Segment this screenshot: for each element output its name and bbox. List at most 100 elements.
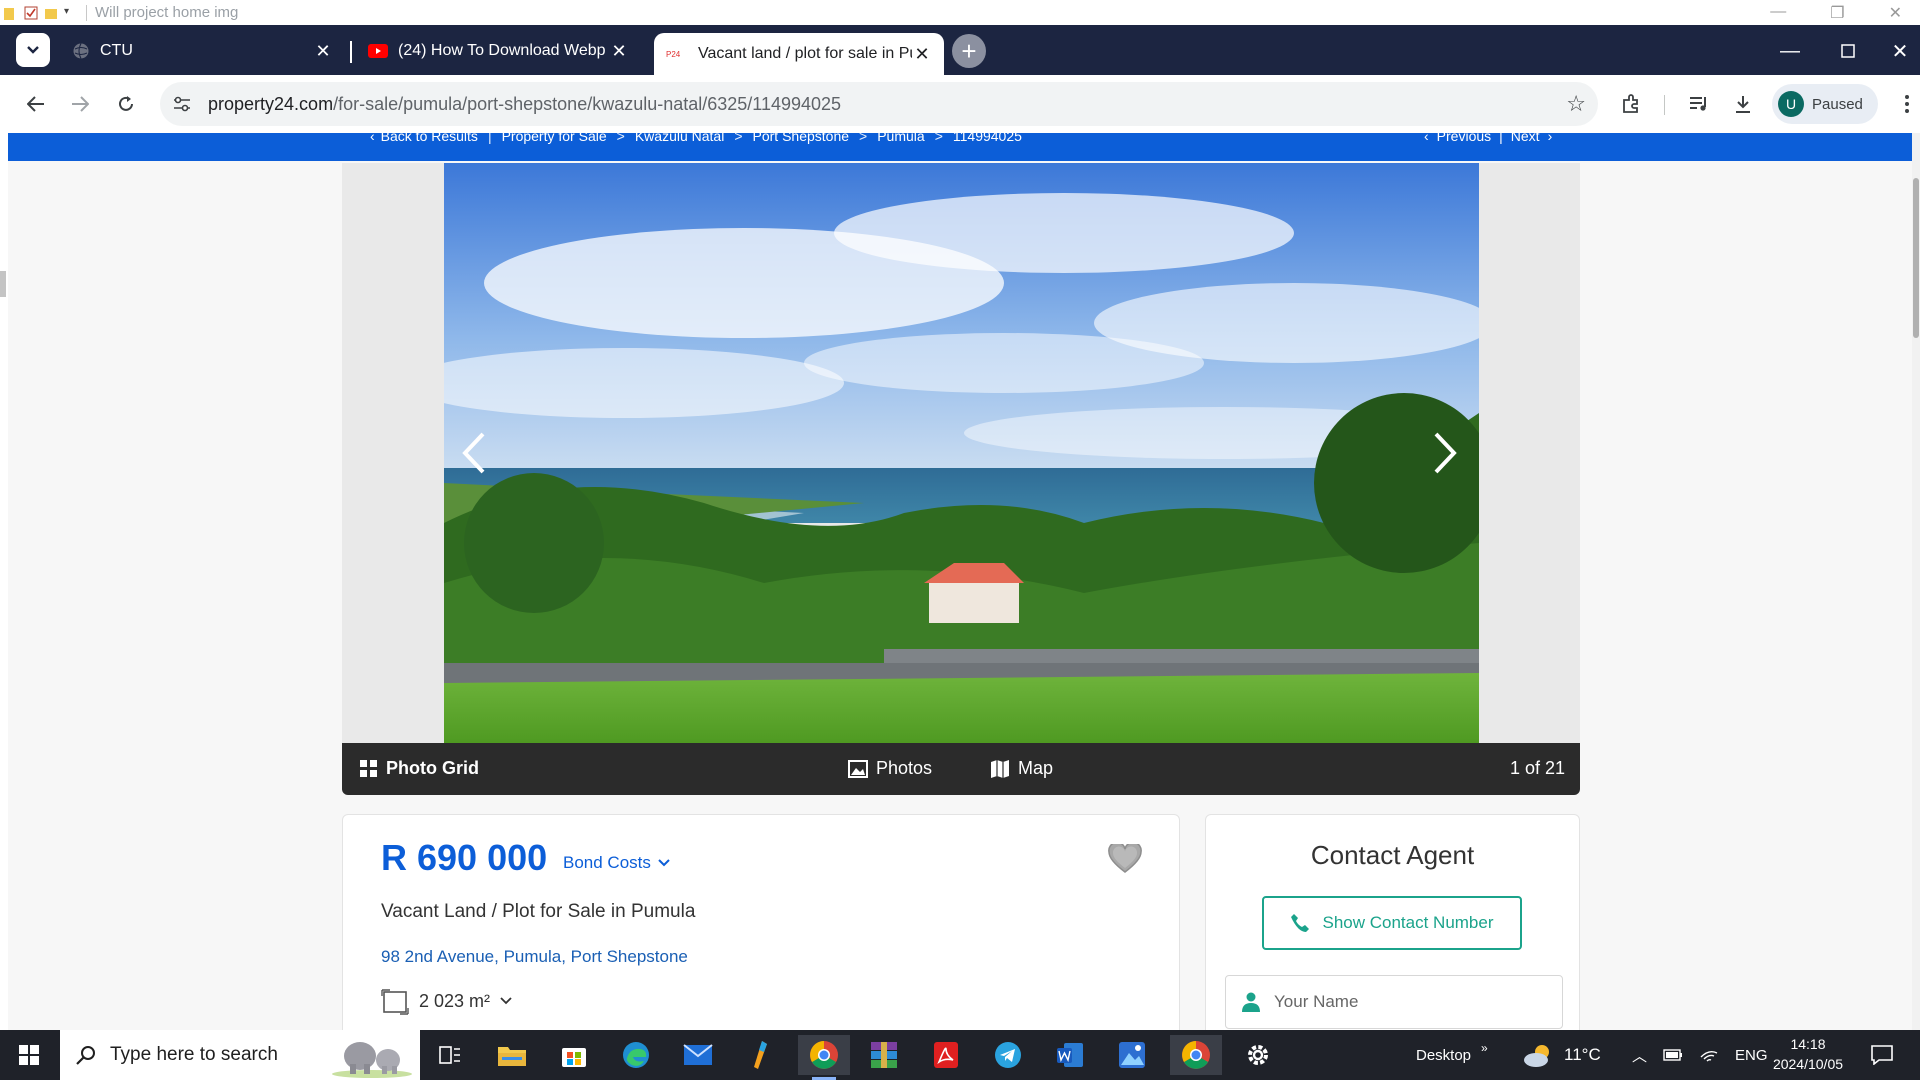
breadcrumb-pumula[interactable]: Pumula bbox=[877, 133, 924, 144]
erf-size-toggle[interactable]: 2 023 m² bbox=[381, 987, 512, 1015]
profile-button[interactable]: U Paused bbox=[1772, 84, 1878, 124]
properties-check-icon[interactable] bbox=[24, 6, 38, 20]
previous-photo-button[interactable] bbox=[454, 423, 494, 483]
next-listing-link[interactable]: Next bbox=[1511, 133, 1540, 144]
start-button[interactable] bbox=[0, 1030, 58, 1080]
chevron-right-icon: » bbox=[1481, 1041, 1488, 1055]
chevron-left-icon bbox=[462, 432, 485, 474]
your-name-field[interactable] bbox=[1225, 975, 1563, 1029]
previous-listing-link[interactable]: Previous bbox=[1437, 133, 1491, 144]
tab-ctu[interactable]: CTU ✕ bbox=[60, 33, 345, 69]
photo-grid-button[interactable]: Photo Grid bbox=[360, 758, 479, 779]
chrome-secondary-taskbar-button[interactable] bbox=[1170, 1035, 1222, 1075]
explorer-restore-icon[interactable]: ❐ bbox=[1830, 3, 1844, 23]
page-scrollbar[interactable] bbox=[1912, 133, 1920, 1030]
task-view-icon bbox=[439, 1046, 460, 1064]
quick-access-dropdown-icon[interactable]: ▾ bbox=[64, 6, 78, 20]
image-icon bbox=[848, 759, 868, 778]
chrome-menu-icon[interactable] bbox=[1890, 87, 1920, 121]
show-contact-number-button[interactable]: Show Contact Number bbox=[1262, 896, 1522, 950]
task-view-button[interactable] bbox=[424, 1035, 476, 1075]
bookmark-star-icon[interactable]: ☆ bbox=[1566, 91, 1586, 117]
folder-icon bbox=[4, 6, 18, 20]
new-tab-button[interactable]: + bbox=[952, 34, 986, 68]
breadcrumb-port-shepstone[interactable]: Port Shepstone bbox=[753, 133, 850, 144]
breadcrumb-separator: > bbox=[859, 133, 868, 144]
new-folder-icon[interactable] bbox=[44, 6, 58, 20]
chevron-down-icon bbox=[500, 997, 512, 1005]
media-controls-icon[interactable] bbox=[1682, 87, 1716, 121]
svg-text:P24: P24 bbox=[666, 50, 681, 59]
next-photo-button[interactable] bbox=[1425, 423, 1465, 483]
weather-widget[interactable]: 11°C bbox=[1522, 1030, 1601, 1080]
maximize-button[interactable] bbox=[1828, 33, 1868, 69]
word-taskbar-button[interactable] bbox=[1044, 1035, 1096, 1075]
winrar-taskbar-button[interactable] bbox=[858, 1035, 910, 1075]
listing-address[interactable]: 98 2nd Avenue, Pumula, Port Shepstone bbox=[381, 947, 688, 967]
url-path: /for-sale/pumula/port-shepstone/kwazulu-… bbox=[333, 93, 842, 114]
taskbar-clock[interactable]: 14:18 2024/10/05 bbox=[1768, 1034, 1848, 1074]
listing-photo[interactable] bbox=[444, 163, 1479, 743]
address-bar[interactable]: property24.com/for-sale/pumula/port-shep… bbox=[160, 82, 1598, 126]
favourite-heart-icon[interactable] bbox=[1108, 844, 1142, 874]
acrobat-taskbar-button[interactable] bbox=[920, 1035, 972, 1075]
explorer-minimize-icon[interactable]: — bbox=[1770, 3, 1786, 23]
photo-counter: 1 of 21 bbox=[1510, 758, 1565, 779]
photos-taskbar-button[interactable] bbox=[1106, 1035, 1158, 1075]
your-name-input[interactable] bbox=[1274, 992, 1534, 1012]
pdf-icon bbox=[934, 1042, 958, 1068]
breadcrumb-property-for-sale[interactable]: Property for Sale bbox=[502, 133, 607, 144]
breadcrumb-back-to-results[interactable]: Back to Results bbox=[381, 133, 478, 144]
browser-tab-strip: CTU ✕ (24) How To Download Webp In ✕ P24… bbox=[0, 25, 1920, 75]
back-button[interactable] bbox=[19, 87, 53, 121]
close-tab-icon[interactable]: ✕ bbox=[912, 44, 932, 64]
close-tab-icon[interactable]: ✕ bbox=[609, 41, 629, 61]
taskbar-search-box[interactable]: Type here to search bbox=[60, 1030, 420, 1080]
file-explorer-taskbar-button[interactable] bbox=[486, 1035, 538, 1075]
notification-icon bbox=[1871, 1045, 1893, 1065]
photos-button[interactable]: Photos bbox=[848, 758, 932, 779]
explorer-close-icon[interactable]: ✕ bbox=[1889, 3, 1902, 23]
telegram-icon bbox=[995, 1042, 1021, 1068]
breadcrumb-kwazulu-natal[interactable]: Kwazulu Natal bbox=[635, 133, 725, 144]
listing-summary-card: R 690 000 Bond Costs Vacant Land / Plot … bbox=[342, 814, 1180, 1030]
reload-button[interactable] bbox=[109, 87, 143, 121]
minimize-button[interactable]: — bbox=[1770, 33, 1810, 69]
mail-taskbar-button[interactable] bbox=[672, 1035, 724, 1075]
edge-taskbar-button[interactable] bbox=[610, 1035, 662, 1075]
desktop-toolbar[interactable]: Desktop » bbox=[1416, 1030, 1488, 1080]
youtube-icon bbox=[368, 44, 388, 58]
user-icon bbox=[1242, 992, 1260, 1012]
action-center-button[interactable] bbox=[1856, 1035, 1908, 1075]
downloads-icon[interactable] bbox=[1726, 87, 1760, 121]
tab-property24[interactable]: P24 Vacant land / plot for sale in Pu ✕ bbox=[654, 33, 944, 75]
maximize-icon bbox=[1841, 44, 1855, 58]
divider bbox=[1664, 95, 1665, 115]
battery-icon[interactable] bbox=[1663, 1049, 1683, 1061]
extensions-icon[interactable] bbox=[1614, 87, 1648, 121]
tab-search-button[interactable] bbox=[16, 33, 50, 67]
pen-icon bbox=[754, 1041, 767, 1069]
show-hidden-icons-chevron-icon[interactable]: ︿ bbox=[1632, 1045, 1647, 1066]
gallery-toolbar: Photo Grid Photos Map 1 of 21 bbox=[342, 743, 1580, 795]
close-window-button[interactable]: ✕ bbox=[1880, 33, 1920, 69]
url-text: property24.com/for-sale/pumula/port-shep… bbox=[208, 94, 841, 115]
settings-taskbar-button[interactable] bbox=[1232, 1035, 1284, 1075]
wifi-icon[interactable] bbox=[1699, 1047, 1719, 1063]
contact-agent-heading: Contact Agent bbox=[1310, 840, 1475, 870]
close-tab-icon[interactable]: ✕ bbox=[313, 41, 333, 61]
microsoft-store-taskbar-button[interactable] bbox=[548, 1035, 600, 1075]
bond-costs-toggle[interactable]: Bond Costs bbox=[563, 853, 671, 873]
telegram-taskbar-button[interactable] bbox=[982, 1035, 1034, 1075]
gear-icon bbox=[1248, 1045, 1268, 1065]
forward-arrow-icon bbox=[72, 96, 89, 112]
forward-button[interactable] bbox=[63, 87, 97, 121]
language-indicator[interactable]: ENG bbox=[1735, 1047, 1768, 1064]
map-button[interactable]: Map bbox=[990, 758, 1053, 779]
pen-app-taskbar-button[interactable] bbox=[734, 1035, 786, 1075]
site-info-button[interactable] bbox=[164, 86, 200, 122]
scrollbar-thumb[interactable] bbox=[1913, 178, 1919, 338]
erf-size-value: 2 023 m² bbox=[419, 990, 491, 1011]
tab-youtube[interactable]: (24) How To Download Webp In ✕ bbox=[356, 33, 641, 69]
chrome-taskbar-button[interactable] bbox=[798, 1035, 850, 1080]
